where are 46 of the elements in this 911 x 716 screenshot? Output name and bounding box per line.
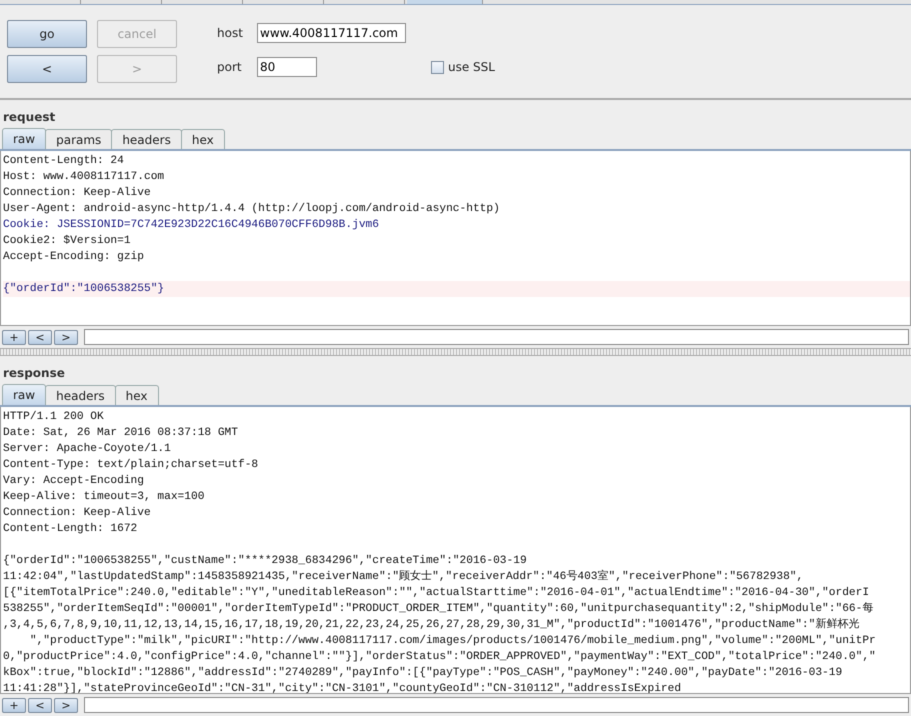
text-line: Connection: Keep-Alive [3,186,152,201]
text-line: 11:41:28"}],"stateProvinceGeoId":"CN-31","city":"CN-3101","countyGeoId":"CN-310112","addressIsExpired [3,682,682,693]
text-line: 538255","orderItemSeqId":"00001","orderItemTypeId":"PRODUCT_ORDER_ITEM","quantity":60,"unitpurchasequantity":2,"shipModule":"66-每 [3,601,874,617]
text-line: Content-Length: 1672 [3,522,138,537]
text-line: Cookie: JSESSIONID=7C742E923D22C16C4946B070CFF6D98B.jvm6 [3,218,380,233]
next-button[interactable]: > [54,698,78,712]
tab[interactable]: raw [2,384,46,405]
next-button[interactable]: > [54,330,78,344]
text-line: Content-Length: 24 [3,154,125,169]
go-button[interactable]: go [7,20,87,48]
add-button[interactable]: + [2,698,26,712]
text-line: ,3,4,5,6,7,8,9,10,11,12,13,14,15,16,17,18,19,20,21,22,23,24,25,26,27,28,29,30,31_M","productId":"1001476","productName":"新鲜杯光 [3,617,860,633]
previous-button[interactable]: < [28,698,52,712]
host-field[interactable]: www.4008117117.com [257,23,406,43]
text-line: Vary: Accept-Encoding [3,474,145,489]
section-title: request [2,109,56,126]
ssl-checkbox[interactable] [431,60,444,74]
text-line: 0,"productPrice":4.0,"configPrice":4.0,"channel":""}],"orderStatus":"ORDER_APPROVED","paymentWay":"EXT_COD","totalPrice":"240.0"," [3,650,877,665]
text-line: Date: Sat, 26 Mar 2016 08:37:18 GMT [3,426,239,441]
text-line: kBox":true,"blockId":"12886","addressId":"2740289","payInfo":[{"payType":"POS_CASH","payMoney":"240.00","payDate":"2016-03-19 [3,666,844,681]
text-line: HTTP/1.1 200 OK [3,410,105,425]
previous-button[interactable]: < [28,330,52,344]
text-line: Connection: Keep-Alive [3,506,152,521]
text-line: ","productType":"milk","picURI":"http://www.4008117117.com/images/products/1001476/mobile_medium.png","volume":"200ML","unitPr [28,634,877,649]
ssl-label: use SSL [448,60,495,74]
text-line: Keep-Alive: timeout=3, max=100 [3,490,206,505]
text-line: User-Agent: android-async-http/1.4.4 (http://loopj.com/android-async-http) [3,202,501,217]
port-field[interactable]: 80 [257,57,317,77]
tab[interactable]: params [45,129,112,149]
text-line: 11:42:04","lastUpdatedStamp":1458358921435,"receiverName":"顾女士","receiverAddr":"46号403室","receiverPhone":"56782938", [3,569,804,585]
tab[interactable]: raw [2,128,46,149]
tab[interactable]: hex [114,385,159,405]
tab[interactable]: hex [180,129,225,149]
splitter-handle[interactable] [0,348,911,356]
text-line: Accept-Encoding: gzip [3,250,145,265]
text-line: Content-Type: text/plain;charset=utf-8 [3,458,260,473]
section-title: response [2,365,66,382]
port-label: port [217,60,243,74]
text-line: Host: www.4008117117.com [3,170,166,185]
back-button[interactable]: < [7,55,87,83]
text-line: Server: Apache-Coyote/1.1 [3,442,172,457]
text-line: Cookie2: $Version=1 [3,234,132,249]
text-line: {"orderId":"1006538255","custName":"****2938_6834296","createTime":"2016-03-19 [3,554,528,569]
text-line: [{"itemTotalPrice":240.0,"editable":"Y","uneditableReason":"","actualStarttime":"2016-04-01","actualEndtime":"2016-04-30","orderI [3,586,870,601]
add-button[interactable]: + [2,330,26,344]
host-label: host [217,26,244,40]
